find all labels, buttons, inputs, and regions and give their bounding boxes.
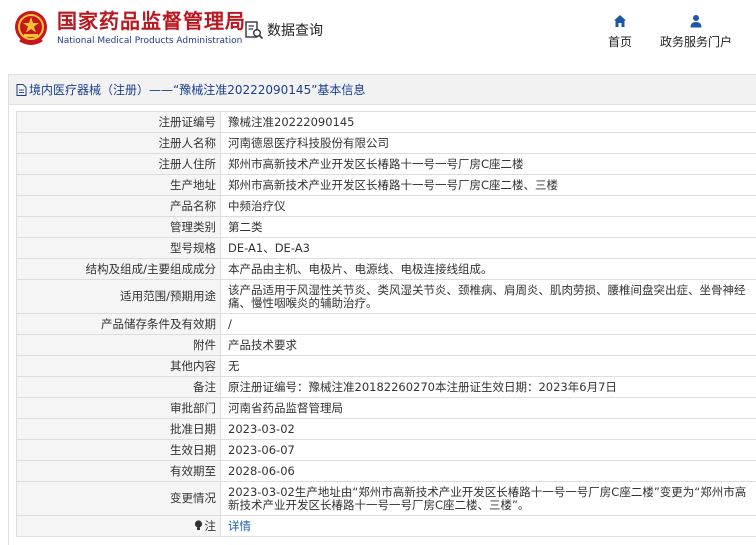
national-emblem-icon [15,11,47,45]
nav-gov-label: 政务服务门户 [659,35,732,49]
row-value: 中频治疗仪 [220,195,756,217]
data-query-title: 数据查询 [244,20,323,40]
row-label: 管理类别 [16,216,221,238]
bulb-note-icon [194,519,202,530]
row-value: 2023-06-07 [220,439,756,461]
row-label: 有效期至 [16,460,221,482]
nav-gov-services[interactable]: 政务服务门户 [656,14,736,50]
row-value: DE-A1、DE-A3 [220,237,756,259]
row-value: 本产品由主机、电极片、电源线、电极连接线组成。 [220,258,756,280]
table-row: 适用范围/预期用途 该产品适用于风湿性关节炎、类风湿关节炎、颈椎病、肩周炎、肌肉劳… [16,279,756,314]
table-row-note: 注 详情 [16,515,756,537]
table-row: 生效日期 2023-06-07 [16,439,756,461]
table-row: 型号规格 DE-A1、DE-A3 [16,237,756,259]
table-row: 审批部门 河南省药品监督管理局 [16,397,756,419]
row-value: 2028-06-06 [220,460,756,482]
panel-header: 境内医疗器械（注册）——“豫械注准20222090145”基本信息 [9,75,756,105]
detail-panel: 境内医疗器械（注册）——“豫械注准20222090145”基本信息 注册证编号豫… [8,74,756,545]
table-row: 变更情况 2023-03-02生产地址由“郑州市高新技术产业开发区长椿路十一号一号… [16,481,756,516]
table-row: 产品储存条件及有效期 / [16,313,756,335]
row-label: 生产地址 [16,174,221,196]
site-header: 国家药品监督管理局 National Medical Products Admi… [0,0,756,66]
table-row: 注册证编号 豫械注准20222090145 [16,111,756,133]
table-row: 结构及组成/主要组成成分 本产品由主机、电极片、电源线、电极连接线组成。 [16,258,756,280]
note-label: 注 [204,518,217,533]
row-label: 批准日期 [16,418,221,440]
row-value: / [220,313,756,335]
site-logo[interactable]: 国家药品监督管理局 National Medical Products Admi… [14,9,246,47]
data-query-label: 数据查询 [267,23,323,39]
row-label: 注册人名称 [16,132,221,154]
table-row: 批准日期 2023-03-02 [16,418,756,440]
table-row: 管理类别 第二类 [16,216,756,238]
details-link[interactable]: 详情 [228,519,251,533]
row-label: 注册证编号 [16,111,221,133]
row-value: 无 [220,355,756,377]
row-label: 适用范围/预期用途 [16,279,221,314]
row-value: 第二类 [220,216,756,238]
row-value: 郑州市高新技术产业开发区长椿路十一号一号厂房C座二楼、三楼 [220,174,756,196]
document-icon [16,83,27,96]
table-row: 注册人名称 河南德恩医疗科技股份有限公司 [16,132,756,154]
document-search-icon [245,21,264,40]
row-value: 河南德恩医疗科技股份有限公司 [220,132,756,154]
user-icon [690,15,702,28]
row-label: 其他内容 [16,355,221,377]
row-label: 附件 [16,334,221,356]
row-label: 产品储存条件及有效期 [16,313,221,335]
row-label: 生效日期 [16,439,221,461]
row-label: 产品名称 [16,195,221,217]
nav-home-label: 首页 [607,35,632,49]
nav-home[interactable]: 首页 [604,14,636,50]
row-value: 河南省药品监督管理局 [220,397,756,419]
table-row: 有效期至 2028-06-06 [16,460,756,482]
row-value: 豫械注准20222090145 [220,111,756,133]
row-value: 产品技术要求 [220,334,756,356]
info-table: 注册证编号 豫械注准20222090145 注册人名称 河南德恩医疗科技股份有限公司… [16,111,756,537]
table-row: 注册人住所 郑州市高新技术产业开发区长椿路十一号一号厂房C座二楼 [16,153,756,175]
row-label-note: 注 [16,515,221,537]
row-label: 变更情况 [16,481,221,516]
panel-title: 境内医疗器械（注册）——“豫械注准20222090145”基本信息 [29,83,366,97]
table-row: 生产地址 郑州市高新技术产业开发区长椿路十一号一号厂房C座二楼、三楼 [16,174,756,196]
row-value: 原注册证编号：豫械注准20182260270本注册证生效日期：2023年6月7日 [220,376,756,398]
home-icon [614,15,626,27]
row-label: 注册人住所 [16,153,221,175]
site-name-en: National Medical Products Administration [57,36,243,46]
row-value: 郑州市高新技术产业开发区长椿路十一号一号厂房C座二楼 [220,153,756,175]
row-value-note: 详情 [220,515,756,537]
row-label: 备注 [16,376,221,398]
row-value: 该产品适用于风湿性关节炎、类风湿关节炎、颈椎病、肩周炎、肌肉劳损、腰椎间盘突出症… [220,279,756,314]
row-label: 结构及组成/主要组成成分 [16,258,221,280]
site-name: 国家药品监督管理局 [57,9,246,33]
table-row: 备注 原注册证编号：豫械注准20182260270本注册证生效日期：2023年6月… [16,376,756,398]
row-value: 2023-03-02生产地址由“郑州市高新技术产业开发区长椿路十一号一号厂房C座… [220,481,756,516]
row-label: 审批部门 [16,397,221,419]
table-row: 其他内容无 [16,355,756,377]
row-label: 型号规格 [16,237,221,259]
table-row: 附件 产品技术要求 [16,334,756,356]
row-value: 2023-03-02 [220,418,756,440]
table-row: 产品名称 中频治疗仪 [16,195,756,217]
